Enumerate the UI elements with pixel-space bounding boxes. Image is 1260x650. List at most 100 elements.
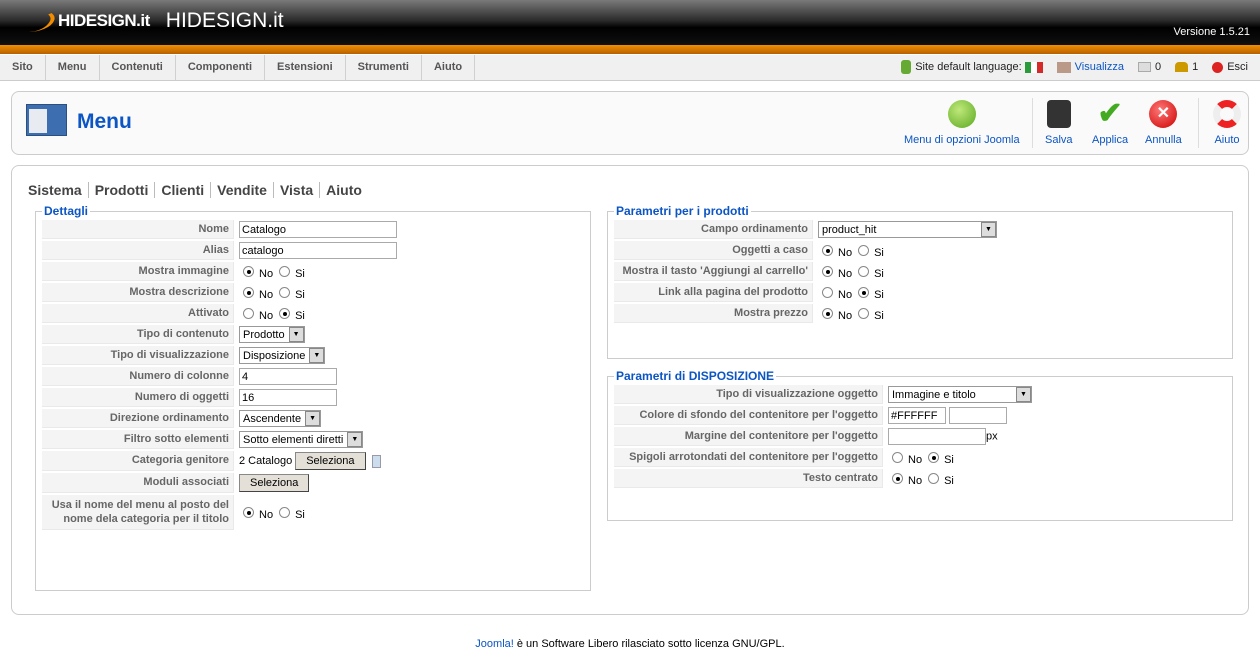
select-dropdown[interactable]: product_hit ▼ [818, 221, 997, 238]
chevron-down-icon[interactable]: ▼ [309, 348, 325, 363]
radio-si[interactable] [279, 507, 291, 519]
text-input[interactable] [239, 368, 337, 385]
lifebuoy-icon [1213, 100, 1241, 128]
radio-label: No [838, 309, 853, 322]
header-stripe [0, 45, 1260, 54]
chevron-down-icon[interactable]: ▼ [288, 327, 304, 342]
page-title: Menu [77, 110, 132, 133]
radio-no[interactable] [822, 287, 833, 299]
radio-si[interactable] [928, 452, 940, 464]
logout-link[interactable]: Esci [1212, 61, 1248, 73]
color-input[interactable] [888, 407, 946, 424]
divider [1198, 98, 1199, 148]
text-input[interactable] [239, 242, 397, 259]
chevron-down-icon[interactable]: ▼ [347, 432, 363, 447]
apply-button[interactable]: ✔ Applica [1092, 97, 1128, 147]
radio-si[interactable] [858, 287, 870, 299]
radio-si[interactable] [279, 266, 291, 278]
form-row: Direzione ordinamento Ascendente ▼ [42, 409, 402, 428]
form-row: Tipo di visualizzazione oggetto Immagine … [614, 385, 1037, 404]
radio-si[interactable] [279, 287, 291, 299]
radio-si[interactable] [858, 245, 870, 257]
margin-input[interactable] [888, 428, 986, 445]
form-row: Margine del contenitore per l'oggetto px [614, 427, 1037, 446]
chevron-down-icon[interactable]: ▼ [1016, 387, 1031, 402]
preview-link[interactable]: Visualizza [1056, 61, 1124, 73]
save-button[interactable]: Salva [1045, 100, 1073, 146]
radio-no[interactable] [243, 507, 254, 519]
menu-aiuto[interactable]: Aiuto [422, 55, 476, 80]
radio-no[interactable] [892, 473, 903, 485]
subnav-vista[interactable]: Vista [272, 182, 319, 198]
radio-no[interactable] [243, 266, 254, 278]
field-value: No Si [234, 304, 402, 323]
menu-estensioni[interactable]: Estensioni [265, 55, 346, 80]
subnav-aiuto[interactable]: Aiuto [319, 182, 368, 198]
color-swatch[interactable] [949, 407, 1007, 424]
messages-count[interactable]: 0 [1137, 61, 1161, 73]
field-value: No Si [813, 283, 1002, 302]
form-row: Tipo di contenuto Prodotto ▼ [42, 325, 402, 344]
menu-strumenti[interactable]: Strumenti [346, 55, 422, 80]
radio-label: No [908, 453, 923, 466]
subnav-clienti[interactable]: Clienti [154, 182, 210, 198]
chevron-down-icon[interactable]: ▼ [305, 411, 321, 426]
radio-si[interactable] [928, 473, 940, 485]
select-dropdown[interactable]: Ascendente ▼ [239, 410, 322, 427]
text-input[interactable] [239, 389, 337, 406]
subnav-prodotti[interactable]: Prodotti [87, 182, 155, 198]
checkmark-icon: ✔ [1097, 97, 1123, 130]
radio-label: Si [874, 246, 884, 259]
form-row: Tipo di visualizzazione Disposizione ▼ [42, 346, 402, 365]
menu-contenuti[interactable]: Contenuti [100, 55, 176, 80]
radio-label: Si [295, 267, 305, 280]
cancel-label: Annulla [1145, 134, 1182, 146]
field-label: Spigoli arrotondati del contenitore per … [614, 448, 883, 467]
text-input[interactable] [239, 221, 397, 238]
help-button[interactable]: Aiuto [1213, 100, 1241, 146]
radio-no[interactable] [892, 452, 903, 464]
mail-icon [1137, 62, 1151, 73]
field-label: Colore di sfondo del contenitore per l'o… [614, 406, 883, 425]
select-category-button[interactable]: Seleziona [295, 452, 366, 470]
radio-no[interactable] [822, 245, 833, 257]
users-value: 1 [1192, 61, 1199, 73]
form-row: Alias [42, 241, 402, 260]
field-value: No Si [813, 304, 1002, 323]
radio-si[interactable] [858, 308, 870, 320]
menu-sito[interactable]: Sito [0, 55, 46, 80]
radio-no[interactable] [243, 308, 254, 320]
select-dropdown[interactable]: Sotto elementi diretti ▼ [239, 431, 364, 448]
field-value: Sotto elementi diretti ▼ [234, 430, 402, 449]
form-row: Attivato No Si [42, 304, 402, 323]
logout-icon [1212, 61, 1224, 73]
select-dropdown[interactable]: Immagine e titolo ▼ [888, 386, 1032, 403]
radio-si[interactable] [279, 308, 291, 320]
fieldset-parametri-di-disposizione: Parametri di DISPOSIZIONE Tipo di visuali… [607, 369, 1233, 521]
menu-componenti[interactable]: Componenti [176, 55, 266, 80]
radio-no[interactable] [822, 266, 833, 278]
radio-no[interactable] [243, 287, 254, 299]
trash-icon[interactable] [371, 454, 381, 468]
field-label: Tipo di visualizzazione [42, 346, 234, 365]
field-value: No Si [234, 283, 402, 302]
subnav-vendite[interactable]: Vendite [210, 182, 273, 198]
field-label: Categoria genitore [42, 451, 234, 471]
options-button[interactable]: Menu di opzioni Joomla [904, 100, 1020, 146]
field-value: No Si [883, 448, 1037, 467]
radio-si[interactable] [858, 266, 870, 278]
select-dropdown[interactable]: Prodotto ▼ [239, 326, 305, 343]
cancel-button[interactable]: ✕ Annulla [1145, 100, 1182, 146]
select-value: Disposizione [243, 349, 306, 362]
subnav-sistema[interactable]: Sistema [28, 182, 88, 198]
select-dropdown[interactable]: Disposizione ▼ [239, 347, 326, 364]
menu-menu[interactable]: Menu [46, 55, 100, 80]
radio-label: Si [295, 508, 305, 521]
chevron-down-icon[interactable]: ▼ [981, 222, 996, 237]
select-modules-button[interactable]: Seleziona [239, 474, 310, 492]
joomla-link[interactable]: Joomla! [475, 638, 514, 650]
users-count[interactable]: 1 [1175, 61, 1198, 73]
radio-label: Si [944, 474, 954, 487]
field-label: Attivato [42, 304, 234, 323]
radio-no[interactable] [822, 308, 833, 320]
